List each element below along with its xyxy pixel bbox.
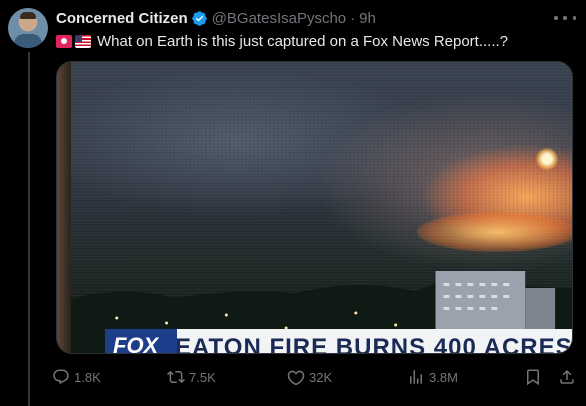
tweet-body: What on Earth is this just captured on a…: [97, 32, 509, 50]
tweet-text: What on Earth is this just captured on a…: [56, 31, 508, 51]
avatar-shirt: [14, 34, 42, 48]
views-chart-icon: [410, 370, 422, 384]
share-icon: [560, 369, 574, 384]
repost-icon: [167, 370, 185, 384]
author-display-name[interactable]: Concerned Citizen: [56, 10, 188, 27]
fox-logo-text: FOX: [113, 333, 159, 353]
bookmark-button[interactable]: [524, 366, 542, 388]
repost-count: 7.5K: [189, 369, 216, 385]
heart-icon: [287, 370, 305, 386]
siren-emoji-icon: [56, 34, 72, 48]
light-flare: [536, 148, 558, 170]
views-button[interactable]: 3.8M: [407, 366, 458, 388]
reply-button[interactable]: 1.8K: [52, 366, 101, 388]
share-button[interactable]: [558, 366, 576, 388]
tweet-timestamp[interactable]: 9h: [359, 10, 376, 27]
verified-badge-icon[interactable]: [191, 10, 208, 27]
ticker-text: EATON FIRE BURNS 400 ACRES IN: [175, 334, 573, 353]
tv-frame-edge: [57, 62, 71, 353]
us-flag-emoji-icon: [75, 34, 91, 48]
avatar[interactable]: [8, 8, 48, 48]
more-options-icon[interactable]: [554, 10, 576, 26]
avatar-hair: [20, 12, 36, 19]
thread-line: [28, 52, 30, 406]
views-count: 3.8M: [429, 369, 458, 385]
reply-icon: [53, 369, 69, 385]
author-handle[interactable]: @BGatesIsaPyscho: [212, 10, 346, 27]
fox-logo: FOX: [105, 329, 177, 353]
tweet-media-video[interactable]: EATON FIRE BURNS 400 ACRES IN FOX: [56, 61, 573, 354]
reply-count: 1.8K: [74, 369, 101, 385]
tweet-actions: 1.8K 7.5K 32K 3.8M: [52, 366, 580, 388]
like-button[interactable]: 32K: [287, 366, 332, 388]
repost-button[interactable]: 7.5K: [167, 366, 216, 388]
bookmark-icon: [527, 369, 539, 386]
tweet-header: Concerned Citizen @BGatesIsaPyscho · 9h: [56, 8, 376, 28]
like-count: 32K: [309, 369, 333, 385]
separator-dot: ·: [350, 9, 356, 27]
